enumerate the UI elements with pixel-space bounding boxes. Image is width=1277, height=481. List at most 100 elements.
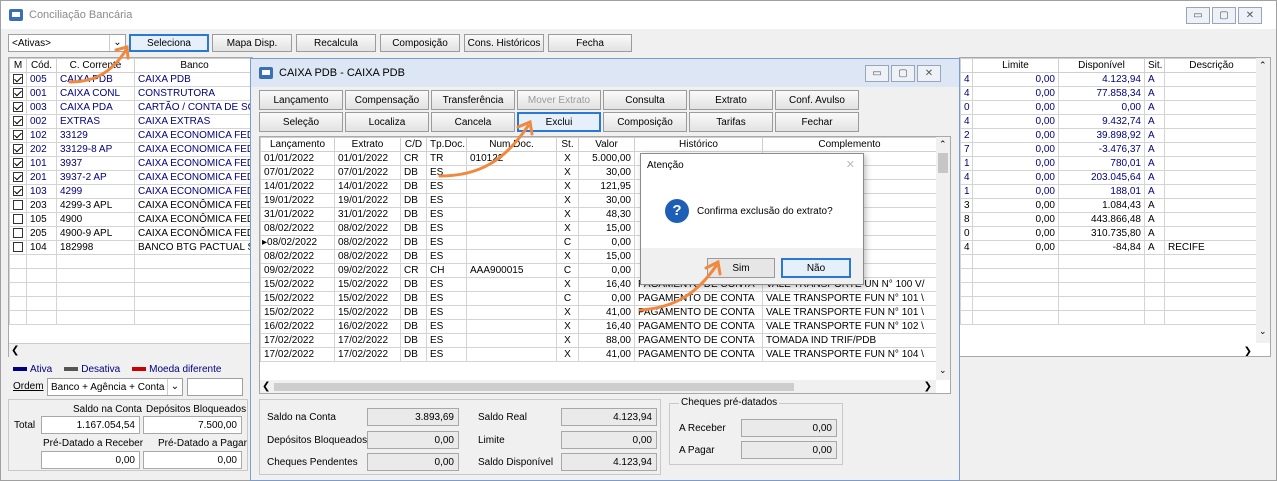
row-check[interactable]: [9, 72, 27, 87]
table-row[interactable]: 003 CAIXA PDA CARTÃO / CONTA DE SÓ: [9, 100, 252, 115]
table-row[interactable]: 005 CAIXA PDB CAIXA PDB: [9, 72, 252, 87]
table-row[interactable]: 4 0,00 -84,84 A RECIFE: [960, 240, 1259, 255]
sim-button[interactable]: Sim: [707, 258, 775, 278]
table-row[interactable]: 16/02/2022 16/02/2022 DB ES X 16,40 PAGAMENTO …: [260, 319, 937, 334]
table-row[interactable]: 15/02/2022 15/02/2022 DB ES X 41,00 PAGAMENTO …: [260, 305, 937, 320]
hscroll-thumb[interactable]: [274, 383, 794, 391]
row-check[interactable]: [9, 212, 27, 227]
row-check[interactable]: [9, 198, 27, 213]
checkbox-icon[interactable]: [13, 200, 23, 211]
checkbox-icon[interactable]: [13, 144, 23, 155]
accounts-hscroll[interactable]: ❮: [9, 343, 252, 357]
row-check[interactable]: [9, 128, 27, 143]
consulta-button[interactable]: Consulta: [603, 90, 687, 110]
table-row[interactable]: 15/02/2022 15/02/2022 DB ES C 0,00 PAGAMENTO D…: [260, 291, 937, 306]
exclui-button[interactable]: Exclui: [517, 112, 601, 132]
col-7[interactable]: Histórico: [634, 137, 763, 152]
filter-select[interactable]: <Ativas> ⌄: [8, 34, 126, 52]
conf-avulso-button[interactable]: Conf. Avulso: [775, 90, 859, 110]
checkbox-icon[interactable]: [13, 88, 23, 99]
col-sit[interactable]: Sit.: [1144, 58, 1165, 73]
table-row[interactable]: 205 4900-9 APL CAIXA ECONÔMICA FEDI: [9, 226, 252, 241]
table-row[interactable]: 0 0,00 310.735,80 A: [960, 226, 1259, 241]
fecha-button[interactable]: Fecha: [548, 34, 632, 52]
selecao-button[interactable]: Seleção: [259, 112, 343, 132]
extrato-restore-icon[interactable]: ▢: [891, 65, 915, 82]
table-row[interactable]: 3 0,00 1.084,43 A: [960, 198, 1259, 213]
col-8[interactable]: Complemento: [762, 137, 937, 152]
mapa-disp-button[interactable]: Mapa Disp.: [212, 34, 292, 52]
row-check[interactable]: [9, 240, 27, 255]
composicao-button[interactable]: Composição: [380, 34, 460, 52]
scroll-up-icon[interactable]: ⌃: [1259, 60, 1267, 71]
close-icon[interactable]: ✕: [1238, 7, 1262, 24]
table-row[interactable]: 4 0,00 4.123,94 A: [960, 72, 1259, 87]
row-check[interactable]: [9, 142, 27, 157]
row-check[interactable]: [9, 114, 27, 129]
col-descricao[interactable]: Descrição: [1164, 58, 1259, 73]
table-row[interactable]: 1 0,00 188,01 A: [960, 184, 1259, 199]
mover-extrato-button[interactable]: Mover Extrato: [517, 90, 601, 110]
localiza-button[interactable]: Localiza: [345, 112, 429, 132]
checkbox-icon[interactable]: [13, 214, 23, 225]
table-row[interactable]: 1 0,00 780,01 A: [960, 156, 1259, 171]
extrato-close-icon[interactable]: ✕: [917, 65, 941, 82]
col-5[interactable]: St.: [556, 137, 579, 152]
composicao-button[interactable]: Composição: [603, 112, 687, 132]
dialog-close-icon[interactable]: ✕: [846, 158, 855, 171]
scroll-up-icon[interactable]: ⌃: [939, 139, 947, 150]
lancamento-button[interactable]: Lançamento: [259, 90, 343, 110]
checkbox-icon[interactable]: [13, 228, 23, 239]
checkbox-icon[interactable]: [13, 130, 23, 141]
checkbox-icon[interactable]: [13, 74, 23, 85]
transferencia-button[interactable]: Transferência: [431, 90, 515, 110]
row-check[interactable]: [9, 184, 27, 199]
compensacao-button[interactable]: Compensação: [345, 90, 429, 110]
col-4[interactable]: Num.Doc.: [466, 137, 557, 152]
col-0[interactable]: Lançamento: [260, 137, 335, 152]
col-3[interactable]: Tp.Doc.: [426, 137, 467, 152]
ordem-extra-field[interactable]: [187, 378, 243, 396]
table-row[interactable]: 17/02/2022 17/02/2022 DB ES X 88,00 PAGAMENTO …: [260, 333, 937, 348]
scroll-right-icon[interactable]: ❯: [924, 381, 932, 392]
extrato-hscroll[interactable]: ❮ ❯: [260, 380, 936, 393]
col-1[interactable]: Extrato: [334, 137, 401, 152]
col-limite[interactable]: Limite: [972, 58, 1059, 73]
table-row[interactable]: 4 0,00 9.432,74 A: [960, 114, 1259, 129]
checkbox-icon[interactable]: [13, 242, 23, 253]
table-row[interactable]: 101 3937 CAIXA ECONOMICA FEDI: [9, 156, 252, 171]
recalcula-button[interactable]: Recalcula: [296, 34, 376, 52]
table-row[interactable]: 4 0,00 203.045,64 A: [960, 170, 1259, 185]
scroll-thumb[interactable]: [938, 153, 948, 173]
table-row[interactable]: 17/02/2022 17/02/2022 DB ES X 41,00 PAGAMENTO …: [260, 347, 937, 362]
tarifas-button[interactable]: Tarifas: [689, 112, 773, 132]
col-2[interactable]: C/D: [400, 137, 427, 152]
table-row[interactable]: 104 182998 BANCO BTG PACTUAL S: [9, 240, 252, 255]
col-m[interactable]: M: [9, 58, 27, 73]
table-row[interactable]: 0 0,00 0,00 A: [960, 100, 1259, 115]
extrato-vscroll[interactable]: ⌃ ⌄: [936, 137, 950, 380]
table-row[interactable]: 8 0,00 443.866,48 A: [960, 212, 1259, 227]
cancela-button[interactable]: Cancela: [431, 112, 515, 132]
col-cod[interactable]: Cód.: [26, 58, 57, 73]
checkbox-icon[interactable]: [13, 158, 23, 169]
scroll-down-icon[interactable]: ⌄: [939, 365, 947, 376]
table-row[interactable]: 001 CAIXA CONL CONSTRUTORA: [9, 86, 252, 101]
table-row[interactable]: 002 EXTRAS CAIXA EXTRAS: [9, 114, 252, 129]
col-disponivel[interactable]: Disponível: [1058, 58, 1145, 73]
col-6[interactable]: Valor: [578, 137, 635, 152]
scroll-right-icon[interactable]: ❯: [1244, 346, 1252, 356]
seleciona-button[interactable]: Seleciona: [129, 34, 209, 52]
col-conta[interactable]: C. Corrente: [56, 58, 135, 73]
row-check[interactable]: [9, 86, 27, 101]
scroll-left-icon[interactable]: ❮: [262, 381, 270, 392]
checkbox-icon[interactable]: [13, 172, 23, 183]
fechar-button[interactable]: Fechar: [775, 112, 859, 132]
table-row[interactable]: 201 3937-2 AP CAIXA ECONOMICA FEDI: [9, 170, 252, 185]
accounts-vscroll[interactable]: ⌃ ⌄: [1256, 58, 1270, 343]
row-check[interactable]: [9, 170, 27, 185]
restore-icon[interactable]: ▢: [1212, 7, 1236, 24]
row-check[interactable]: [9, 156, 27, 171]
row-check[interactable]: [9, 100, 27, 115]
table-row[interactable]: 2 0,00 39.898,92 A: [960, 128, 1259, 143]
